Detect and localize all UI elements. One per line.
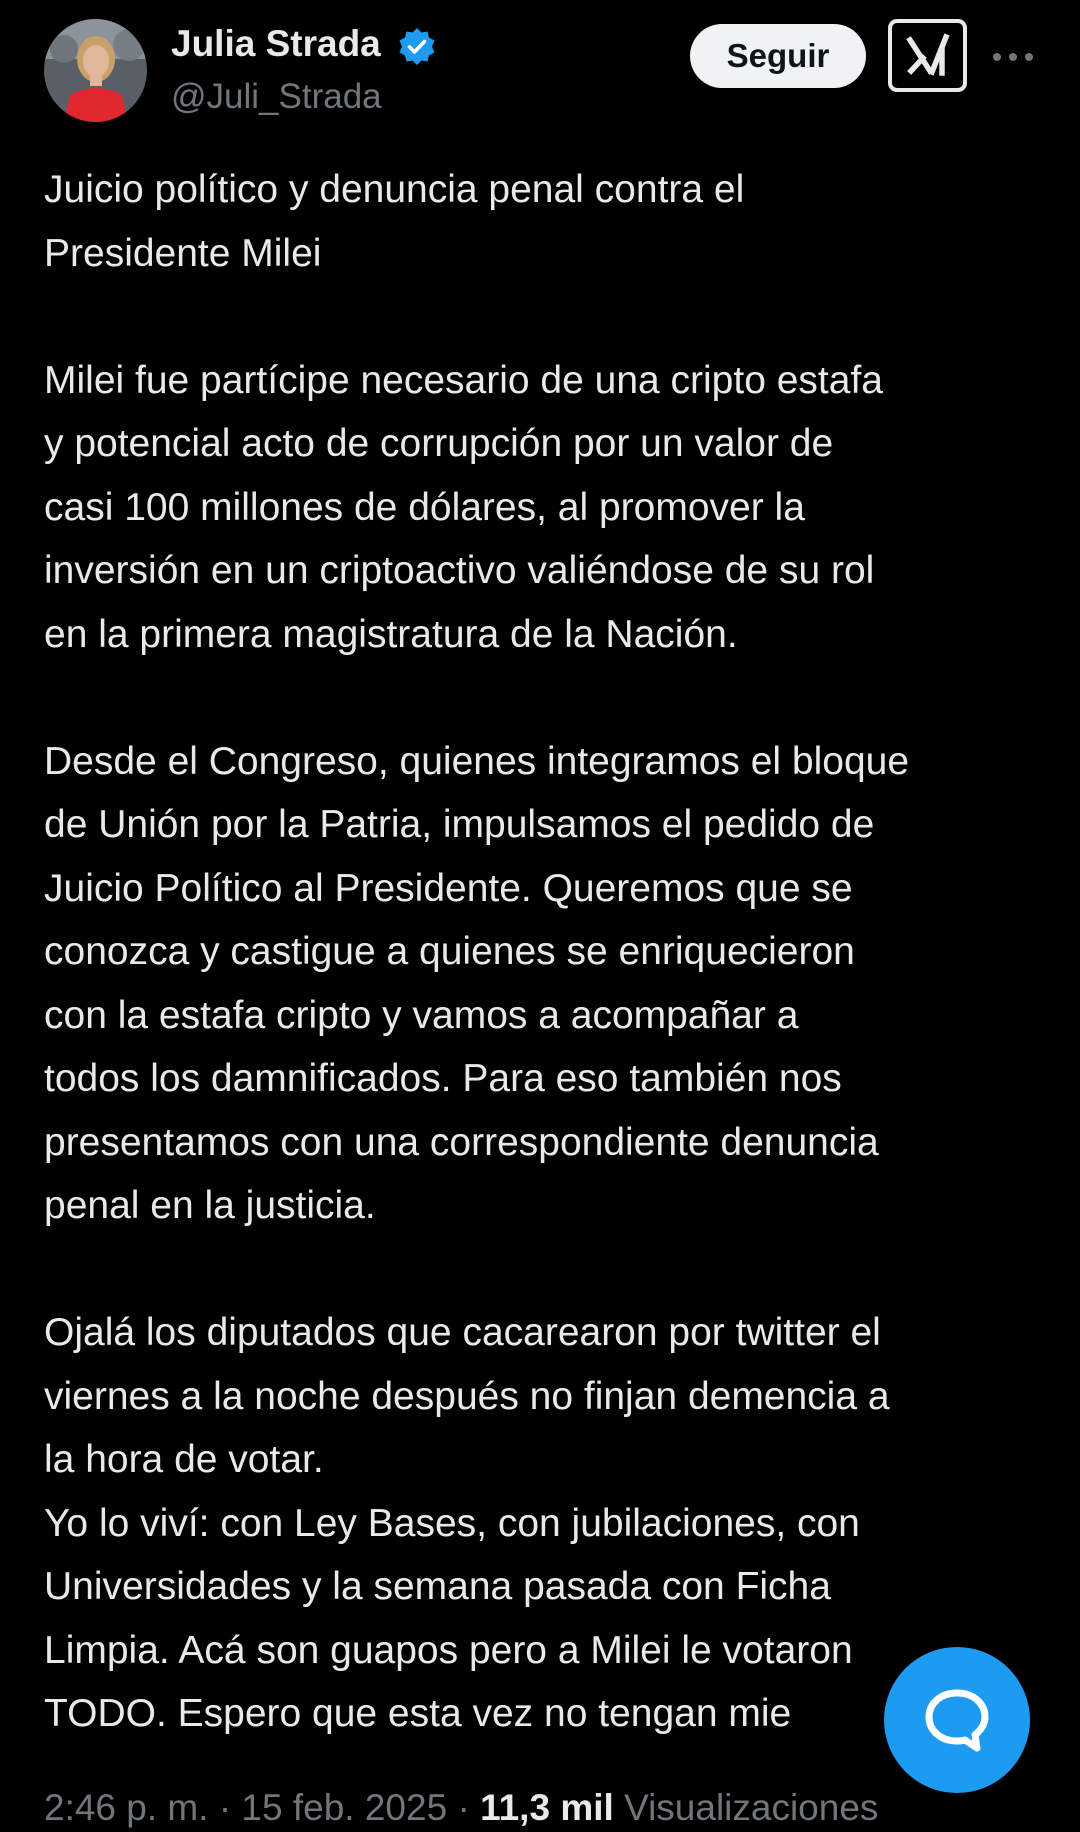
profile-photo bbox=[44, 19, 147, 122]
more-options-icon bbox=[993, 53, 1033, 61]
post-time[interactable]: 2:46 p. m. bbox=[44, 1787, 209, 1828]
post-paragraph: Desde el Congreso, quienes integramos el… bbox=[44, 739, 910, 1228]
user-handle[interactable]: @Juli_Strada bbox=[171, 77, 382, 117]
views-count[interactable]: 11,3 mil bbox=[480, 1787, 614, 1828]
meta-separator: · bbox=[457, 1787, 470, 1828]
post-text: Juicio político y denuncia penal contra … bbox=[44, 158, 1054, 1746]
meta-separator: · bbox=[218, 1787, 232, 1828]
more-options-button[interactable] bbox=[990, 38, 1036, 76]
display-name[interactable]: Julia Strada bbox=[171, 23, 381, 65]
verified-badge-icon bbox=[396, 26, 438, 68]
post-header: Julia Strada @Juli_Strada Seguir bbox=[0, 0, 1080, 130]
views-label[interactable]: Visualizaciones bbox=[624, 1787, 878, 1828]
post-paragraph: Milei fue partícipe necesario de una cri… bbox=[44, 358, 883, 656]
post-paragraph: Juicio político y denuncia penal contra … bbox=[44, 168, 745, 275]
avatar[interactable] bbox=[44, 19, 147, 122]
grok-icon bbox=[906, 33, 950, 76]
grok-button[interactable] bbox=[888, 19, 967, 92]
compose-message-button[interactable] bbox=[884, 1647, 1030, 1793]
follow-button[interactable]: Seguir bbox=[690, 24, 866, 88]
compose-message-icon bbox=[925, 1689, 989, 1752]
post-metadata: 2:46 p. m. · 15 feb. 2025 · 11,3 mil Vis… bbox=[44, 1784, 878, 1832]
post-date[interactable]: 15 feb. 2025 bbox=[241, 1787, 447, 1828]
